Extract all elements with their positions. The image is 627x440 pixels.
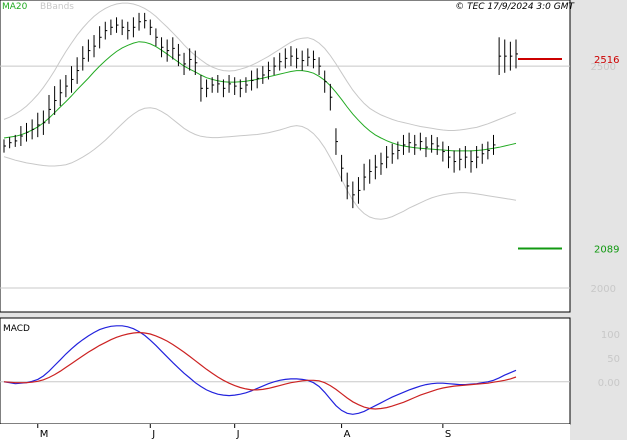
macd-y-tick-label: 50 <box>607 354 620 365</box>
x-tick-label: J <box>151 429 155 440</box>
x-tick-label: J <box>236 429 240 440</box>
stock-chart: 25162089 25002000 100500.00 MJJAS MA20 B… <box>0 0 627 440</box>
copyright-text: © TEC 17/9/2024 3:0 GMT <box>455 2 575 12</box>
legend-bbands: BBands <box>40 2 74 12</box>
macd-y-tick-label: 0.00 <box>598 378 620 389</box>
x-tick-label: M <box>40 429 49 440</box>
macd-panel <box>0 317 571 425</box>
x-axis-strip <box>0 424 570 440</box>
macd-title: MACD <box>3 324 30 334</box>
price-y-tick-label: 2000 <box>591 284 616 295</box>
x-tick-label: S <box>445 429 451 440</box>
macd-y-tick-label: 100 <box>601 330 620 341</box>
legend-ma20: MA20 <box>2 2 28 12</box>
price-y-tick-label: 2500 <box>591 62 616 73</box>
x-tick-label: A <box>344 429 351 440</box>
support-level-label: 2089 <box>594 245 619 256</box>
